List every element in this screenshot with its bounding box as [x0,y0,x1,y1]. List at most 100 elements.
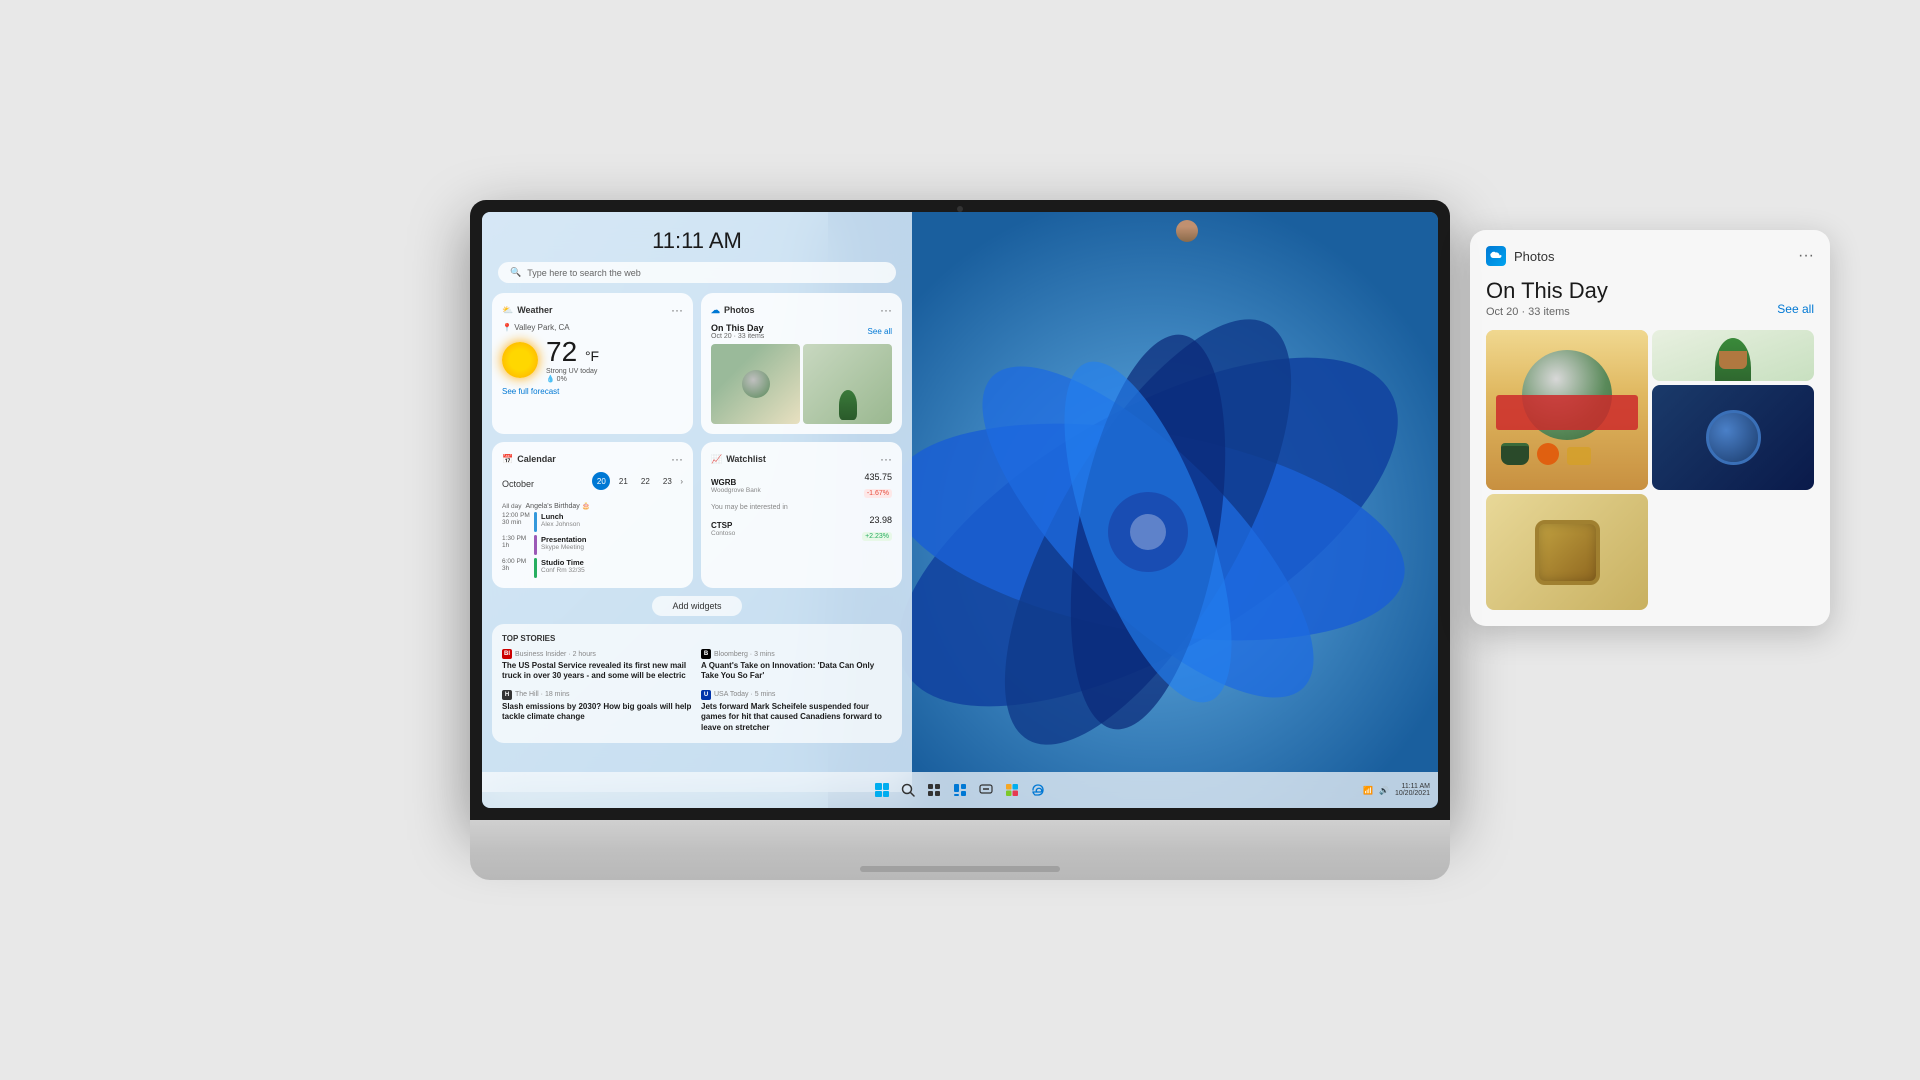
photos-exp-main-photo[interactable] [1486,330,1648,490]
photos-exp-plant-photo[interactable] [1652,330,1814,381]
weather-widget-header: ⛅ Weather ··· [502,303,683,317]
photos-cloud-icon: ☁ [711,305,720,316]
top-stories-label: TOP STORIES [502,634,892,643]
photos-exp-see-all-link[interactable]: See all [1777,302,1814,316]
search-bar[interactable]: 🔍 Type here to search the web [498,262,896,283]
photos-menu-button[interactable]: ··· [880,303,892,317]
news-source-4: U USA Today · 5 mins [701,690,892,700]
news-item-4[interactable]: U USA Today · 5 mins Jets forward Mark S… [701,690,892,733]
event-details-presentation: Presentation Skype Meeting [541,535,683,551]
stock-ctsp-change: +2.23% [862,532,892,541]
stock-ctsp-info: CTSP Contoso [711,521,735,537]
photos-exp-cloud-icon [1486,246,1506,266]
event-details-studio: Studio Time Conf Rm 32/35 [541,558,683,574]
photos-expanded-card: Photos ··· On This Day Oct 20 · 33 items… [1470,230,1830,626]
news-item-2[interactable]: B Bloomberg · 3 mins A Quant's Take on I… [701,649,892,682]
taskbar-network-icon[interactable]: 📶 [1363,786,1373,795]
stock-wgrb-info: WGRB Woodgrove Bank [711,478,761,494]
laptop-screen: 11:11 AM 🔍 Type here to search the web ⛅… [482,212,1438,808]
taskbar-right: 📶 🔊 11:11 AM 10/20/2021 [1363,783,1430,797]
photos-sub-header: On This Day Oct 20 · 33 items See all [711,323,892,340]
calendar-dates: 20 21 22 23 › [592,472,683,490]
weather-humidity: 💧 0% [546,375,599,383]
event-bar-studio [534,558,537,578]
watchlist-widget-header: 📈 Watchlist ··· [711,452,892,466]
photos-exp-title-row: Photos [1486,246,1554,266]
news-grid: BI Business Insider · 2 hours The US Pos… [502,649,892,733]
stock-ctsp: CTSP Contoso 23.98 +2.23% [711,515,892,543]
calendar-event-lunch: 12:00 PM 30 min Lunch Alex Johnson [502,512,683,532]
taskbar-windows-button[interactable] [872,780,892,800]
cal-date-23[interactable]: 23 [658,472,676,490]
calendar-month-header: October 20 21 22 23 › [502,472,683,496]
cal-date-22[interactable]: 22 [636,472,654,490]
taskbar-clock[interactable]: 11:11 AM 10/20/2021 [1395,783,1430,797]
stock-ctsp-price-block: 23.98 +2.23% [862,515,892,543]
taskbar-chat-button[interactable] [976,780,996,800]
news-headline-3: Slash emissions by 2030? How big goals w… [502,702,693,723]
search-icon: 🔍 [510,267,521,278]
event-time-studio: 6:00 PM 3h [502,558,530,572]
weather-description: Strong UV today [546,368,599,375]
taskbar-widgets-button[interactable] [950,780,970,800]
taskbar-store-button[interactable] [1002,780,1022,800]
user-avatar[interactable] [1176,220,1198,242]
photos-exp-header: Photos ··· [1486,246,1814,266]
taskbar: 📶 🔊 11:11 AM 10/20/2021 [482,772,1438,808]
photos-grid [711,344,892,424]
news-item-1[interactable]: BI Business Insider · 2 hours The US Pos… [502,649,693,682]
taskbar-search-button[interactable] [898,780,918,800]
taskbar-volume-icon[interactable]: 🔊 [1379,786,1389,795]
photos-on-this-day: On This Day Oct 20 · 33 items [711,323,764,340]
watchlist-icon: 📈 [711,454,722,465]
calendar-widget-title: 📅 Calendar [502,454,556,465]
watchlist-menu-button[interactable]: ··· [880,452,892,466]
calendar-events: 12:00 PM 30 min Lunch Alex Johnson [502,512,683,578]
watchlist-widget: 📈 Watchlist ··· WGRB Woodgrove Bank [701,442,902,588]
news-item-3[interactable]: H The Hill · 18 mins Slash emissions by … [502,690,693,733]
taskbar-edge-button[interactable] [1028,780,1048,800]
add-widgets-button[interactable]: Add widgets [652,596,741,616]
photos-exp-cushion-photo[interactable] [1486,494,1648,610]
weather-temp-block: 72 °F Strong UV today 💧 0% [546,336,599,383]
photos-exp-meta: Oct 20 · 33 items [1486,306,1814,318]
cal-chevron[interactable]: › [680,472,683,490]
widgets-panel: 11:11 AM 🔍 Type here to search the web ⛅… [482,212,912,792]
calendar-event-studio: 6:00 PM 3h Studio Time Conf Rm 32/35 [502,558,683,578]
screen-border: 11:11 AM 🔍 Type here to search the web ⛅… [470,200,1450,820]
photos-widget-title: ☁ Photos [711,305,755,316]
photos-exp-title-text: Photos [1514,249,1554,264]
event-bar-lunch [534,512,537,532]
cal-date-20[interactable]: 20 [592,472,610,490]
photos-see-all-link[interactable]: See all [868,327,892,336]
news-headline-2: A Quant's Take on Innovation: 'Data Can … [701,661,892,682]
laptop-base [470,820,1450,880]
event-bar-presentation [534,535,537,555]
calendar-icon: 📅 [502,454,513,465]
weather-menu-button[interactable]: ··· [671,303,683,317]
stock-wgrb-change: -1.67% [864,489,892,498]
photos-exp-globe-photo[interactable] [1652,385,1814,491]
weather-location: 📍 Valley Park, CA [502,323,683,332]
time-display: 11:11 AM [482,212,912,262]
photo-thumb-2[interactable] [803,344,892,424]
photos-exp-menu-button[interactable]: ··· [1798,247,1814,265]
photos-exp-on-this-day: On This Day [1486,278,1814,304]
news-source-1: BI Business Insider · 2 hours [502,649,693,659]
sun-icon [502,342,538,378]
event-details-lunch: Lunch Alex Johnson [541,512,683,528]
usa-today-logo: U [701,690,711,700]
news-headline-1: The US Postal Service revealed its first… [502,661,693,682]
cal-date-21[interactable]: 21 [614,472,632,490]
bloomberg-logo: B [701,649,711,659]
taskbar-taskview-button[interactable] [924,780,944,800]
calendar-event-presentation: 1:30 PM 1h Presentation Skype Meeting [502,535,683,555]
see-forecast-link[interactable]: See full forecast [502,387,683,396]
calendar-widget-header: 📅 Calendar ··· [502,452,683,466]
photo-thumb-1[interactable] [711,344,800,424]
calendar-menu-button[interactable]: ··· [671,452,683,466]
news-section: TOP STORIES BI Business Insider · 2 hour… [492,624,902,743]
weather-temperature: 72 °F [546,336,599,368]
news-source-2: B Bloomberg · 3 mins [701,649,892,659]
stock-wgrb: WGRB Woodgrove Bank 435.75 -1.67% [711,472,892,500]
